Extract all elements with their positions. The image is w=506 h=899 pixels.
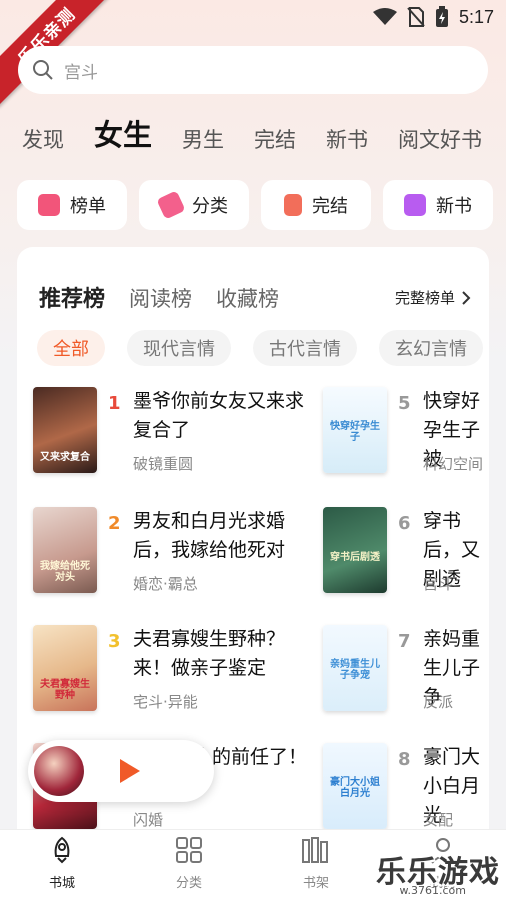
bookshelf-icon	[302, 837, 328, 863]
book-tag: 宫斗	[423, 575, 454, 593]
book-item[interactable]: 又来求复合 1 墨爷你前女友又来求复合了 破镜重圆	[33, 387, 323, 491]
new-book-label: 新书	[436, 196, 472, 217]
chevron-right-icon	[462, 290, 471, 305]
category-label: 分类	[192, 196, 228, 217]
tab-male[interactable]: 男生	[182, 124, 224, 154]
new-book-button[interactable]: 新书	[383, 180, 493, 230]
book-tag: 宅斗·异能	[133, 693, 198, 711]
book-tag: 反派	[423, 693, 454, 711]
book-cover: 夫君寡嫂生野种	[33, 625, 97, 711]
category-icon	[156, 190, 186, 220]
ranking-button[interactable]: 榜单	[17, 180, 127, 230]
book-title: 夫君寡嫂生野种？来！做亲子鉴定	[133, 628, 286, 679]
nav-label: 分类	[175, 876, 202, 891]
tab-read-rank[interactable]: 阅读榜	[129, 283, 192, 313]
tab-completed[interactable]: 完结	[254, 124, 296, 154]
chip-fantasy-romance[interactable]: 玄幻言情	[379, 330, 483, 366]
book-cover: 我嫁给他死对头	[33, 507, 97, 593]
category-chips: 全部 现代言情 古代言情 玄幻言情	[37, 330, 483, 366]
rank-number: 8	[398, 749, 411, 770]
book-tag: 闪婚	[133, 811, 164, 829]
book-item[interactable]: 夫君寡嫂生野种 3 夫君寡嫂生野种？来！做亲子鉴定 宅斗·异能	[33, 625, 323, 729]
chip-ancient-romance[interactable]: 古代言情	[253, 330, 357, 366]
search-icon	[33, 60, 53, 80]
book-title: 男友和白月光求婚后，我嫁给他死对	[133, 510, 286, 561]
cover-title: 又来求复合	[40, 452, 90, 463]
player-cover	[34, 746, 84, 796]
book-cover: 又来求复合	[33, 387, 97, 473]
nav-bookstore[interactable]: 书城	[22, 836, 102, 891]
rocket-icon	[54, 836, 70, 864]
rank-number: 6	[398, 513, 411, 534]
ranking-label: 榜单	[70, 196, 106, 217]
completed-label: 完结	[312, 196, 348, 217]
book-cover: 亲妈重生儿子争宠	[323, 625, 387, 711]
cover-title: 穿书后剧透	[330, 552, 380, 563]
book-cover: 豪门大小姐白月光	[323, 743, 387, 829]
book-tag: 婚恋·霸总	[133, 575, 198, 593]
book-tag: 女配	[423, 811, 454, 829]
chip-modern-romance[interactable]: 现代言情	[127, 330, 231, 366]
grid-icon	[176, 837, 202, 863]
quick-entry-row: 榜单 分类 完结 新书	[17, 180, 493, 230]
rank-number: 7	[398, 631, 411, 652]
rank-number: 1	[108, 393, 121, 414]
full-list-link[interactable]: 完整榜单	[395, 287, 471, 308]
tab-new-books[interactable]: 新书	[326, 124, 368, 154]
book-item[interactable]: 我嫁给他死对头 2 男友和白月光求婚后，我嫁给他死对 婚恋·霸总	[33, 507, 323, 611]
nav-label: 书架	[302, 876, 329, 891]
cover-title: 快穿好孕生子	[330, 421, 380, 443]
nav-bookshelf[interactable]: 书架	[276, 836, 356, 891]
nav-label: 书城	[48, 876, 75, 891]
book-tag: 破镜重圆	[133, 455, 194, 473]
tab-good-books[interactable]: 阅文好书	[398, 124, 482, 154]
book-item[interactable]: 快穿好孕生子 5 快穿好孕生子被 科幻空间	[323, 387, 489, 491]
cover-title: 我嫁给他死对头	[40, 561, 90, 583]
book-tag: 科幻空间	[423, 455, 484, 473]
rank-number: 3	[108, 631, 121, 652]
watermark-url: w.3761.com	[399, 884, 466, 897]
battery-icon	[435, 6, 448, 27]
ranking-tabs: 推荐榜 阅读榜 收藏榜	[39, 281, 279, 313]
tab-recommend-rank[interactable]: 推荐榜	[39, 281, 105, 313]
completed-button[interactable]: 完结	[261, 180, 371, 230]
tab-collect-rank[interactable]: 收藏榜	[216, 283, 279, 313]
rank-number: 2	[108, 513, 121, 534]
cover-title: 夫君寡嫂生野种	[40, 679, 90, 701]
mini-audio-player[interactable]	[28, 740, 214, 802]
status-time: 5:17	[458, 6, 494, 27]
book-item[interactable]: 亲妈重生儿子争宠 7 亲妈重生儿子争 反派	[323, 625, 489, 729]
category-button[interactable]: 分类	[139, 180, 249, 230]
book-title: 墨爷你前女友又来求复合了	[133, 390, 305, 441]
ranking-icon	[38, 194, 60, 216]
chip-all[interactable]: 全部	[37, 330, 105, 366]
wifi-icon	[372, 8, 397, 25]
book-done-icon	[284, 194, 302, 216]
nav-category[interactable]: 分类	[149, 836, 229, 891]
book-item[interactable]: 穿书后剧透 6 穿书后，又剧透 宫斗	[323, 507, 489, 611]
full-list-label: 完整榜单	[394, 289, 455, 307]
search-input[interactable]	[64, 60, 444, 80]
search-bar[interactable]	[18, 46, 488, 94]
tab-female[interactable]: 女生	[94, 112, 152, 154]
play-icon[interactable]	[118, 758, 142, 784]
rank-number: 5	[398, 393, 411, 414]
channel-tabs: 发现 女生 男生 完结 新书 阅文好书	[22, 112, 482, 154]
tab-discover[interactable]: 发现	[22, 124, 64, 154]
cover-title: 亲妈重生儿子争宠	[330, 659, 380, 681]
cover-title: 豪门大小姐白月光	[330, 777, 380, 799]
new-book-icon	[404, 194, 426, 216]
book-cover: 穿书后剧透	[323, 507, 387, 593]
no-sim-icon	[407, 7, 425, 27]
book-cover: 快穿好孕生子	[323, 387, 387, 473]
